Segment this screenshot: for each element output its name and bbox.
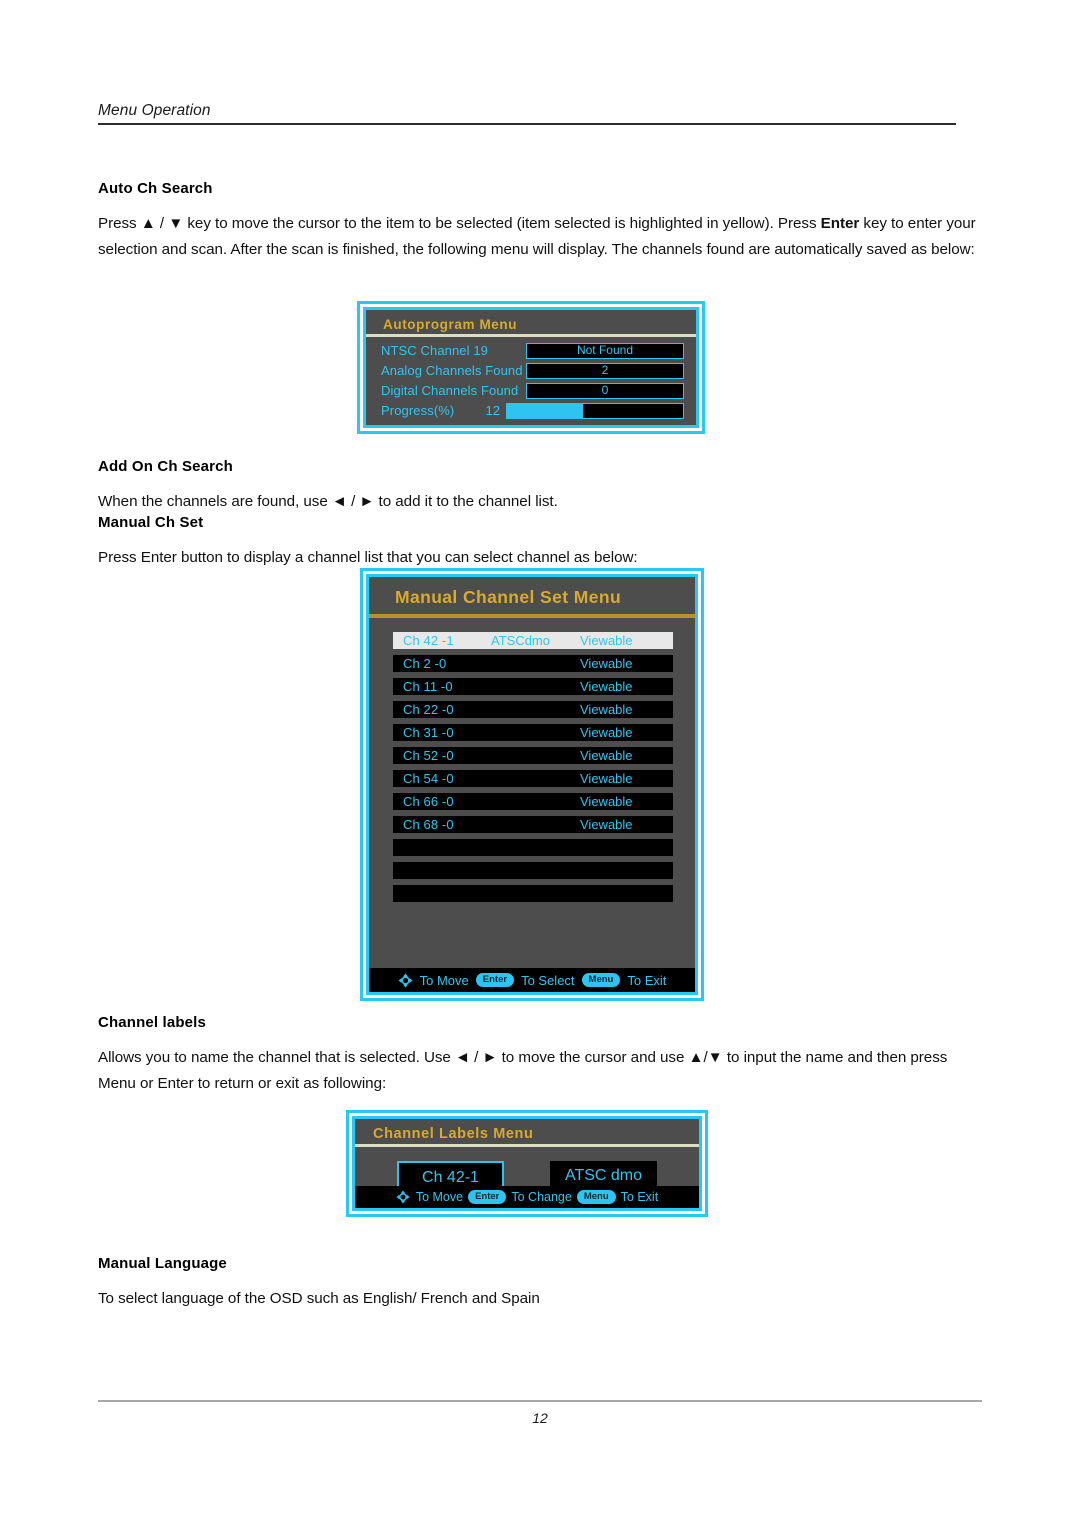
channel-list-row-number: Ch 11 -0 xyxy=(403,679,453,694)
channel-list-row[interactable]: Ch 66 -0 Viewable xyxy=(393,793,673,810)
channel-list-row[interactable]: Ch 54 -0 Viewable xyxy=(393,770,673,787)
channel-list-row-state: Viewable xyxy=(580,771,633,786)
hint-select-label: To Select xyxy=(521,972,575,988)
channel-list-row[interactable]: Ch 68 -0 Viewable xyxy=(393,816,673,833)
manual-channel-set-hint-bar: To Move Enter To Select Menu To Exit xyxy=(369,968,695,992)
paragraph-manual-ch-set: Press Enter button to display a channel … xyxy=(98,549,638,566)
paragraph-add-on-ch-search: When the channels are found, use ◄ / ► t… xyxy=(98,493,558,510)
paragraph-auto-ch-search: Press ▲ / ▼ key to move the cursor to th… xyxy=(98,211,982,262)
channel-list-row-number: Ch 66 -0 xyxy=(403,794,454,809)
channel-list-row[interactable]: Ch 31 -0 Viewable xyxy=(393,724,673,741)
section-manual-language: Manual Language To select language of th… xyxy=(98,1255,982,1312)
channel-list-row-number: Ch 2 -0 xyxy=(403,656,447,671)
hint-move-label: To Move xyxy=(415,1190,464,1204)
autoprogram-menu-panel: Autoprogram Menu NTSC Channel 19 Not Fou… xyxy=(363,307,699,428)
menu-key-badge[interactable]: Menu xyxy=(576,1190,616,1204)
channel-list-row-state: Viewable xyxy=(580,656,633,671)
dpad-icon xyxy=(398,973,413,988)
autoprogram-progress-value: 12 xyxy=(485,403,500,418)
section-channel-labels: Channel labels Allows you to name the ch… xyxy=(98,1014,982,1096)
auto-ch-search-bold-enter: Enter xyxy=(820,215,860,232)
channel-list-row-state: Viewable xyxy=(580,817,633,832)
autoprogram-progress-fill xyxy=(507,403,583,418)
autoprogram-label-analog-channels-found: Analog Channels Found xyxy=(381,363,523,378)
autoprogram-value-analog-channels-found: 2 xyxy=(526,362,684,379)
channel-list-row-number: Ch 31 -0 xyxy=(403,725,454,740)
section-add-on-ch-search: Add On Ch Search When the channels are f… xyxy=(98,458,982,515)
autoprogram-label-ntsc-channel: NTSC Channel 19 xyxy=(381,343,488,358)
manual-channel-set-title: Manual Channel Set Menu xyxy=(395,587,622,607)
hint-exit-label: To Exit xyxy=(627,972,667,988)
autoprogram-rows: NTSC Channel 19 Not Found Analog Channel… xyxy=(366,337,696,420)
manual-channel-set-panel: Manual Channel Set Menu Ch 42 -1 ATSCdmo V… xyxy=(366,574,698,995)
document-page: Menu Operation Auto Ch Search Press ▲ / … xyxy=(0,0,1080,1529)
running-head-rule xyxy=(98,123,956,125)
channel-list-row[interactable]: Ch 42 -1 ATSCdmo Viewable xyxy=(393,632,673,649)
channel-list-row-state: Viewable xyxy=(580,702,633,717)
autoprogram-progress-bar xyxy=(506,402,684,419)
heading-manual-ch-set: Manual Ch Set xyxy=(98,514,204,531)
page-footer: 12 xyxy=(98,1400,982,1426)
channel-list-row[interactable]: Ch 2 -0 Viewable xyxy=(393,655,673,672)
auto-ch-search-text-1: Press ▲ / ▼ key to move the cursor to th… xyxy=(98,215,821,232)
autoprogram-row-analog-channels-found[interactable]: Analog Channels Found 2 xyxy=(381,361,684,380)
dpad-icon xyxy=(396,1189,411,1205)
channel-list-row[interactable] xyxy=(393,885,673,902)
menu-key-badge[interactable]: Menu xyxy=(581,973,621,987)
channel-list-row[interactable] xyxy=(393,839,673,856)
channel-list-row[interactable]: Ch 11 -0 Viewable xyxy=(393,678,673,695)
channel-labels-hint-bar: To Move Enter To Change Menu To Exit xyxy=(355,1186,699,1208)
autoprogram-value-ntsc-channel: Not Found xyxy=(526,342,684,359)
manual-channel-set-menu-screenshot: Manual Channel Set Menu Ch 42 -1 ATSCdmo V… xyxy=(360,568,704,1001)
channel-list-row-state: Viewable xyxy=(580,794,633,809)
channel-list-row-number: Ch 52 -0 xyxy=(403,748,454,763)
channel-list-row[interactable] xyxy=(393,862,673,879)
heading-manual-language: Manual Language xyxy=(98,1255,227,1272)
channel-list-row-name: ATSCdmo xyxy=(491,633,550,648)
channel-list-row-number: Ch 22 -0 xyxy=(403,702,454,717)
autoprogram-value-digital-channels-found: 0 xyxy=(526,382,684,399)
channel-list-row-state: Viewable xyxy=(580,633,633,648)
autoprogram-label-digital-channels-found: Digital Channels Found xyxy=(381,383,519,398)
page-number: 12 xyxy=(532,1410,548,1426)
channel-list-row-state: Viewable xyxy=(580,725,633,740)
channel-list-row-number: Ch 68 -0 xyxy=(403,817,454,832)
channel-list-row[interactable]: Ch 52 -0 Viewable xyxy=(393,747,673,764)
running-head: Menu Operation xyxy=(98,102,956,125)
hint-move-label: To Move xyxy=(419,972,469,988)
heading-channel-labels: Channel labels xyxy=(98,1014,206,1031)
channel-labels-menu-screenshot: Channel Labels Menu Ch 42-1 ATSC dmo To … xyxy=(346,1110,708,1217)
paragraph-manual-language: To select language of the OSD such as En… xyxy=(98,1290,540,1307)
paragraph-channel-labels: Allows you to name the channel that is s… xyxy=(98,1049,948,1092)
channel-list-row-number: Ch 54 -0 xyxy=(403,771,454,786)
autoprogram-row-ntsc-channel[interactable]: NTSC Channel 19 Not Found xyxy=(381,341,684,360)
autoprogram-menu-title: Autoprogram Menu xyxy=(383,317,518,332)
enter-key-badge[interactable]: Enter xyxy=(475,973,515,987)
heading-add-on-ch-search: Add On Ch Search xyxy=(98,458,233,475)
running-head-text: Menu Operation xyxy=(98,102,211,119)
hint-change-label: To Change xyxy=(511,1190,572,1204)
autoprogram-label-progress: Progress(%) xyxy=(381,403,455,418)
section-manual-ch-set: Manual Ch Set Press Enter button to disp… xyxy=(98,514,982,571)
channel-list-row-state: Viewable xyxy=(580,679,633,694)
channel-list-row-number: Ch 42 -1 xyxy=(403,633,454,648)
autoprogram-row-progress: Progress(%) 12 xyxy=(381,401,684,420)
autoprogram-row-digital-channels-found[interactable]: Digital Channels Found 0 xyxy=(381,381,684,400)
enter-key-badge[interactable]: Enter xyxy=(468,1190,507,1204)
hint-exit-label: To Exit xyxy=(620,1190,659,1204)
channel-labels-panel: Channel Labels Menu Ch 42-1 ATSC dmo To … xyxy=(352,1116,702,1211)
heading-auto-ch-search: Auto Ch Search xyxy=(98,180,213,197)
channel-list: Ch 42 -1 ATSCdmo Viewable Ch 2 -0 Viewable Ch… xyxy=(369,618,695,902)
channel-labels-title: Channel Labels Menu xyxy=(373,1126,534,1142)
autoprogram-menu-screenshot: Autoprogram Menu NTSC Channel 19 Not Fou… xyxy=(357,301,705,434)
channel-list-row[interactable]: Ch 22 -0 Viewable xyxy=(393,701,673,718)
channel-list-row-state: Viewable xyxy=(580,748,633,763)
section-auto-ch-search: Auto Ch Search Press ▲ / ▼ key to move t… xyxy=(98,180,982,262)
